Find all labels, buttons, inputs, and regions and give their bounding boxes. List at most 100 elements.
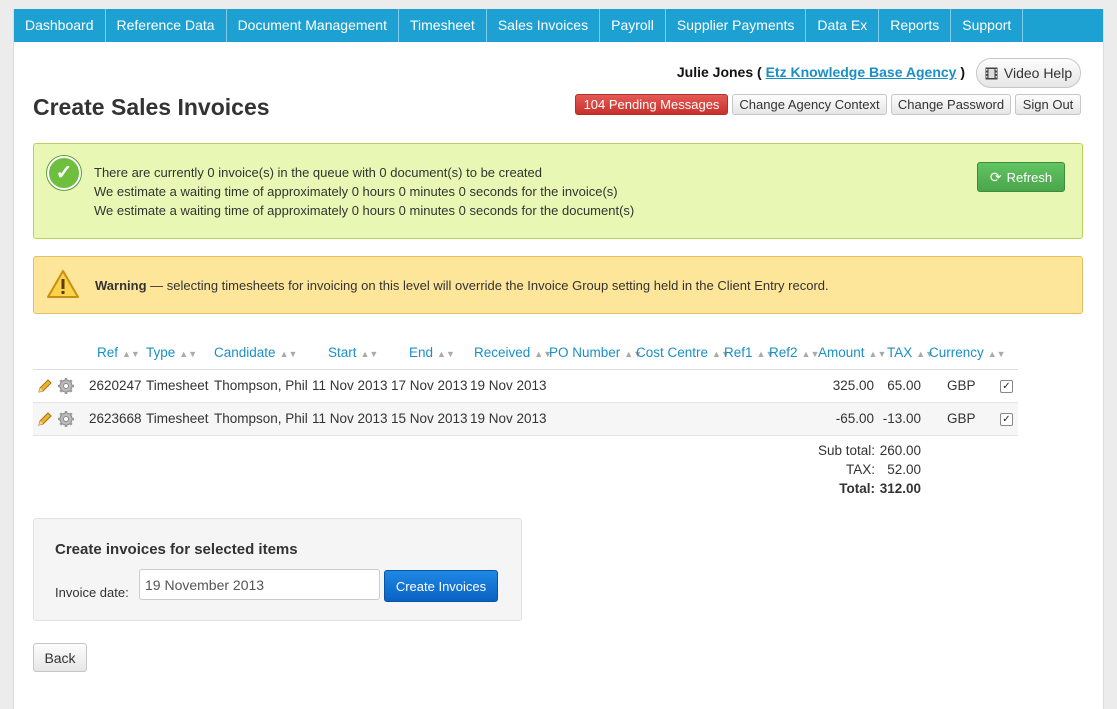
cell-start: 11 Nov 2013 — [312, 411, 388, 426]
warning-message: — selecting timesheets for invoicing on … — [146, 278, 829, 293]
change-agency-context-button[interactable]: Change Agency Context — [732, 94, 887, 115]
col-cost-centre[interactable]: Cost Centre ▲▼ — [636, 337, 730, 370]
nav-item-sales-invoices[interactable]: Sales Invoices — [487, 9, 601, 42]
nav-item-data-ex[interactable]: Data Ex — [806, 9, 880, 42]
pending-messages-button[interactable]: 104 Pending Messages — [575, 94, 728, 115]
cell-received: 19 Nov 2013 — [470, 411, 547, 426]
sort-icon: ▲▼ — [279, 349, 298, 359]
nav-item-payroll[interactable]: Payroll — [600, 9, 666, 42]
edit-pencil-icon[interactable] — [37, 411, 53, 430]
col-start[interactable]: Start ▲▼ — [328, 337, 378, 370]
totals-block: Sub total: 260.00 TAX: 52.00 Total: 312.… — [714, 443, 924, 503]
warning-text: Warning — selecting timesheets for invoi… — [95, 278, 829, 293]
video-help-button[interactable]: Video Help — [976, 58, 1081, 88]
col-ref2[interactable]: Ref2 ▲▼ — [769, 337, 819, 370]
paren-open: ( — [757, 64, 762, 80]
col-po-number[interactable]: PO Number ▲▼ — [549, 337, 642, 370]
cell-currency: GBP — [947, 378, 976, 393]
queue-status-text: There are currently 0 invoice(s) in the … — [94, 163, 634, 220]
cell-candidate: Thompson, Phil — [214, 411, 308, 426]
grand-total-value: 312.00 — [879, 481, 921, 496]
warning-alert: Warning — selecting timesheets for invoi… — [33, 256, 1083, 314]
nav-item-dashboard[interactable]: Dashboard — [14, 9, 106, 42]
col-ref1[interactable]: Ref1 ▲▼ — [724, 337, 774, 370]
sign-out-button[interactable]: Sign Out — [1015, 94, 1081, 115]
cell-amount: 325.00 — [832, 378, 874, 393]
nav-item-document-management[interactable]: Document Management — [227, 9, 399, 42]
col-end[interactable]: End ▲▼ — [409, 337, 455, 370]
page-title: Create Sales Invoices — [33, 94, 270, 120]
create-invoices-panel: Create invoices for selected items Invoi… — [33, 518, 522, 621]
queue-line: We estimate a waiting time of approximat… — [94, 203, 635, 218]
nav-item-reports[interactable]: Reports — [879, 9, 952, 42]
queue-line: There are currently 0 invoice(s) in the … — [94, 165, 543, 180]
sort-icon: ▲▼ — [122, 349, 140, 359]
queue-status-alert: ✓ There are currently 0 invoice(s) in th… — [33, 143, 1083, 239]
cell-ref: 2623668 — [89, 411, 142, 426]
change-password-button[interactable]: Change Password — [891, 94, 1011, 115]
refresh-label: Refresh — [1006, 169, 1053, 185]
col-currency[interactable]: Currency ▲▼ — [929, 337, 1006, 370]
nav-item-supplier-payments[interactable]: Supplier Payments — [666, 9, 807, 42]
cell-end: 17 Nov 2013 — [391, 378, 468, 393]
table-header: Ref ▲▼ Type ▲▼ Candidate ▲▼ Start ▲▼ End ▲▼ R… — [33, 337, 1018, 370]
cell-currency: GBP — [947, 411, 976, 426]
cell-tax: 65.00 — [887, 378, 921, 393]
user-name: Julie Jones — [676, 64, 754, 80]
create-invoices-button[interactable]: Create Invoices — [384, 570, 498, 602]
cell-type: Timesheet — [146, 378, 209, 393]
main-nav: Dashboard Reference Data Document Manage… — [14, 9, 1103, 42]
tax-total-label: TAX: — [845, 462, 875, 477]
sort-icon: ▲▼ — [179, 349, 198, 359]
col-ref[interactable]: Ref ▲▼ — [97, 337, 140, 370]
sort-icon: ▲▼ — [868, 349, 887, 359]
nav-item-support[interactable]: Support — [951, 9, 1024, 42]
paren-close: ) — [960, 64, 965, 80]
sort-icon: ▲▼ — [437, 349, 455, 359]
agency-link[interactable]: Etz Knowledge Base Agency — [766, 64, 957, 80]
edit-pencil-icon[interactable] — [37, 378, 53, 397]
col-type[interactable]: Type ▲▼ — [146, 337, 197, 370]
cell-amount: -65.00 — [835, 411, 874, 426]
warning-label: Warning — [95, 278, 147, 293]
invoice-date-label: Invoice date: — [55, 585, 129, 600]
invoice-items-table: Ref ▲▼ Type ▲▼ Candidate ▲▼ Start ▲▼ End ▲▼ R… — [33, 337, 1018, 436]
queue-line: We estimate a waiting time of approximat… — [94, 184, 618, 199]
sort-icon: ▲▼ — [801, 349, 820, 359]
cell-ref: 2620247 — [89, 378, 142, 393]
page-container: Dashboard Reference Data Document Manage… — [13, 9, 1104, 709]
cell-type: Timesheet — [146, 411, 209, 426]
video-help-label: Video Help — [1003, 65, 1073, 81]
back-button[interactable]: Back — [33, 643, 87, 672]
cell-start: 11 Nov 2013 — [312, 378, 388, 393]
refresh-icon: ⟳ — [989, 168, 1002, 185]
col-amount[interactable]: Amount ▲▼ — [818, 337, 886, 370]
grand-total-label: Total: — [839, 481, 875, 496]
user-info: Julie Jones ( Etz Knowledge Base Agency … — [677, 64, 965, 80]
row-select-checkbox[interactable]: ✓ — [1000, 380, 1013, 393]
table-row: 2623668 Timesheet Thompson, Phil 11 Nov … — [33, 403, 1018, 436]
sort-icon: ▲▼ — [987, 349, 1006, 359]
cell-received: 19 Nov 2013 — [470, 378, 547, 393]
table-row: 2620247 Timesheet Thompson, Phil 11 Nov … — [33, 370, 1018, 403]
col-candidate[interactable]: Candidate ▲▼ — [214, 337, 297, 370]
refresh-button[interactable]: ⟳ Refresh — [977, 162, 1065, 192]
cell-candidate: Thompson, Phil — [214, 378, 308, 393]
nav-item-timesheet[interactable]: Timesheet — [399, 9, 487, 42]
cell-end: 15 Nov 2013 — [391, 411, 468, 426]
subtotal-label: Sub total: — [817, 443, 875, 458]
subtotal-value: 260.00 — [879, 443, 921, 458]
col-tax[interactable]: TAX ▲▼ — [887, 337, 934, 370]
check-circle-icon: ✓ — [47, 156, 81, 190]
film-icon — [985, 67, 998, 80]
sort-icon: ▲▼ — [360, 349, 379, 359]
invoice-date-input[interactable] — [139, 569, 380, 600]
nav-item-reference-data[interactable]: Reference Data — [106, 9, 227, 42]
cell-tax: -13.00 — [882, 411, 921, 426]
panel-title: Create invoices for selected items — [55, 541, 298, 558]
warning-triangle-icon — [46, 269, 80, 302]
settings-cog-icon[interactable] — [57, 410, 75, 431]
col-received[interactable]: Received ▲▼ — [474, 337, 552, 370]
settings-cog-icon[interactable] — [57, 377, 75, 398]
row-select-checkbox[interactable]: ✓ — [1000, 413, 1013, 426]
